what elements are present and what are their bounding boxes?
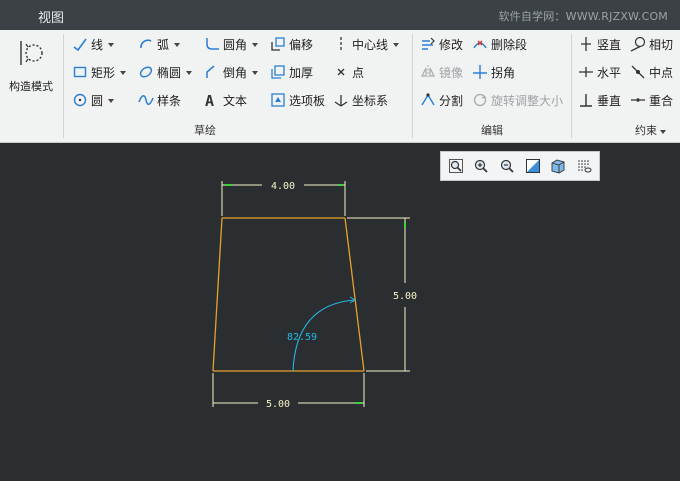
angle-dimension-value: 82.59 (287, 332, 317, 343)
sketch-drawing: 4.00 5.00 5.00 82.59 (212, 181, 417, 410)
right-dimension-value: 5.00 (393, 291, 417, 302)
bottom-dimension[interactable]: 5.00 (212, 373, 365, 410)
top-dimension-value: 4.00 (271, 181, 295, 192)
bottom-dimension-value: 5.00 (266, 399, 290, 410)
top-dimension[interactable]: 4.00 (221, 181, 346, 216)
angle-dimension[interactable]: 82.59 (287, 296, 356, 372)
trapezoid-profile[interactable] (212, 217, 365, 372)
right-dimension[interactable]: 5.00 (347, 217, 417, 372)
